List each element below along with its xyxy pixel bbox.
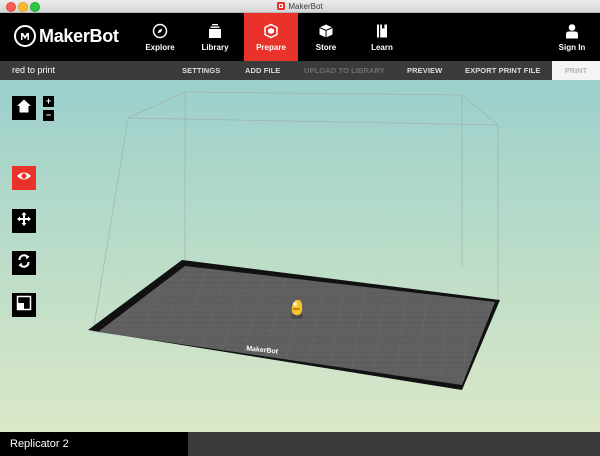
- nav-explore[interactable]: Explore: [133, 13, 187, 61]
- printer-selector[interactable]: Replicator 2: [0, 432, 188, 456]
- build-viewport[interactable]: MakerBot + −: [0, 80, 600, 432]
- nav-learn[interactable]: Learn: [355, 13, 409, 61]
- prepare-cube-icon: [263, 23, 279, 39]
- build-volume-scene: MakerBot: [88, 91, 500, 390]
- makerbot-logo-icon: [14, 25, 36, 47]
- nav-store-label: Store: [315, 43, 337, 52]
- scale-icon: [16, 295, 32, 316]
- window-title: MakerBot: [0, 0, 600, 12]
- user-icon: [564, 23, 580, 39]
- nav-store[interactable]: Store: [299, 13, 353, 61]
- add-file-button[interactable]: ADD FILE: [245, 66, 280, 75]
- nav-library[interactable]: Library: [188, 13, 242, 61]
- move-icon: [16, 211, 32, 232]
- home-view-button[interactable]: [12, 96, 36, 120]
- print-button[interactable]: PRINT: [552, 61, 600, 80]
- settings-button[interactable]: SETTINGS: [182, 66, 220, 75]
- nav-sign-in-label: Sign In: [558, 43, 586, 52]
- eye-icon: [16, 168, 32, 189]
- status-bar: Replicator 2: [0, 432, 600, 456]
- main-nav: MakerBot Explore Library Prepare Store L…: [0, 13, 600, 61]
- window-title-bar: MakerBot: [0, 0, 600, 13]
- book-icon: [374, 23, 390, 39]
- makerbot-logo[interactable]: MakerBot: [14, 25, 119, 47]
- upload-to-library-button[interactable]: UPLOAD TO LIBRARY: [304, 66, 385, 75]
- export-print-file-button[interactable]: EXPORT PRINT FILE: [465, 66, 540, 75]
- move-tool[interactable]: [12, 209, 36, 233]
- window-title-text: MakerBot: [288, 1, 323, 11]
- nav-learn-label: Learn: [371, 43, 393, 52]
- nav-library-label: Library: [201, 43, 229, 52]
- file-name: red to print: [12, 65, 56, 75]
- rotate-tool[interactable]: [12, 251, 36, 275]
- scale-tool[interactable]: [12, 293, 36, 317]
- app-icon: [277, 2, 286, 10]
- nav-prepare[interactable]: Prepare: [244, 13, 298, 61]
- preview-button[interactable]: PREVIEW: [407, 66, 442, 75]
- zoom-out-button[interactable]: −: [43, 110, 54, 121]
- nav-explore-label: Explore: [145, 43, 175, 52]
- nav-prepare-label: Prepare: [256, 43, 286, 52]
- nav-sign-in[interactable]: Sign In: [545, 13, 599, 61]
- zoom-in-button[interactable]: +: [43, 96, 54, 107]
- library-icon: [207, 23, 223, 39]
- home-icon: [16, 98, 32, 119]
- store-box-icon: [318, 23, 334, 39]
- logo-text: MakerBot: [39, 25, 119, 46]
- look-view-tool[interactable]: [12, 166, 36, 190]
- compass-icon: [152, 23, 168, 39]
- rotate-icon: [16, 253, 32, 274]
- prepare-toolbar: red to print SETTINGS ADD FILE UPLOAD TO…: [0, 61, 600, 80]
